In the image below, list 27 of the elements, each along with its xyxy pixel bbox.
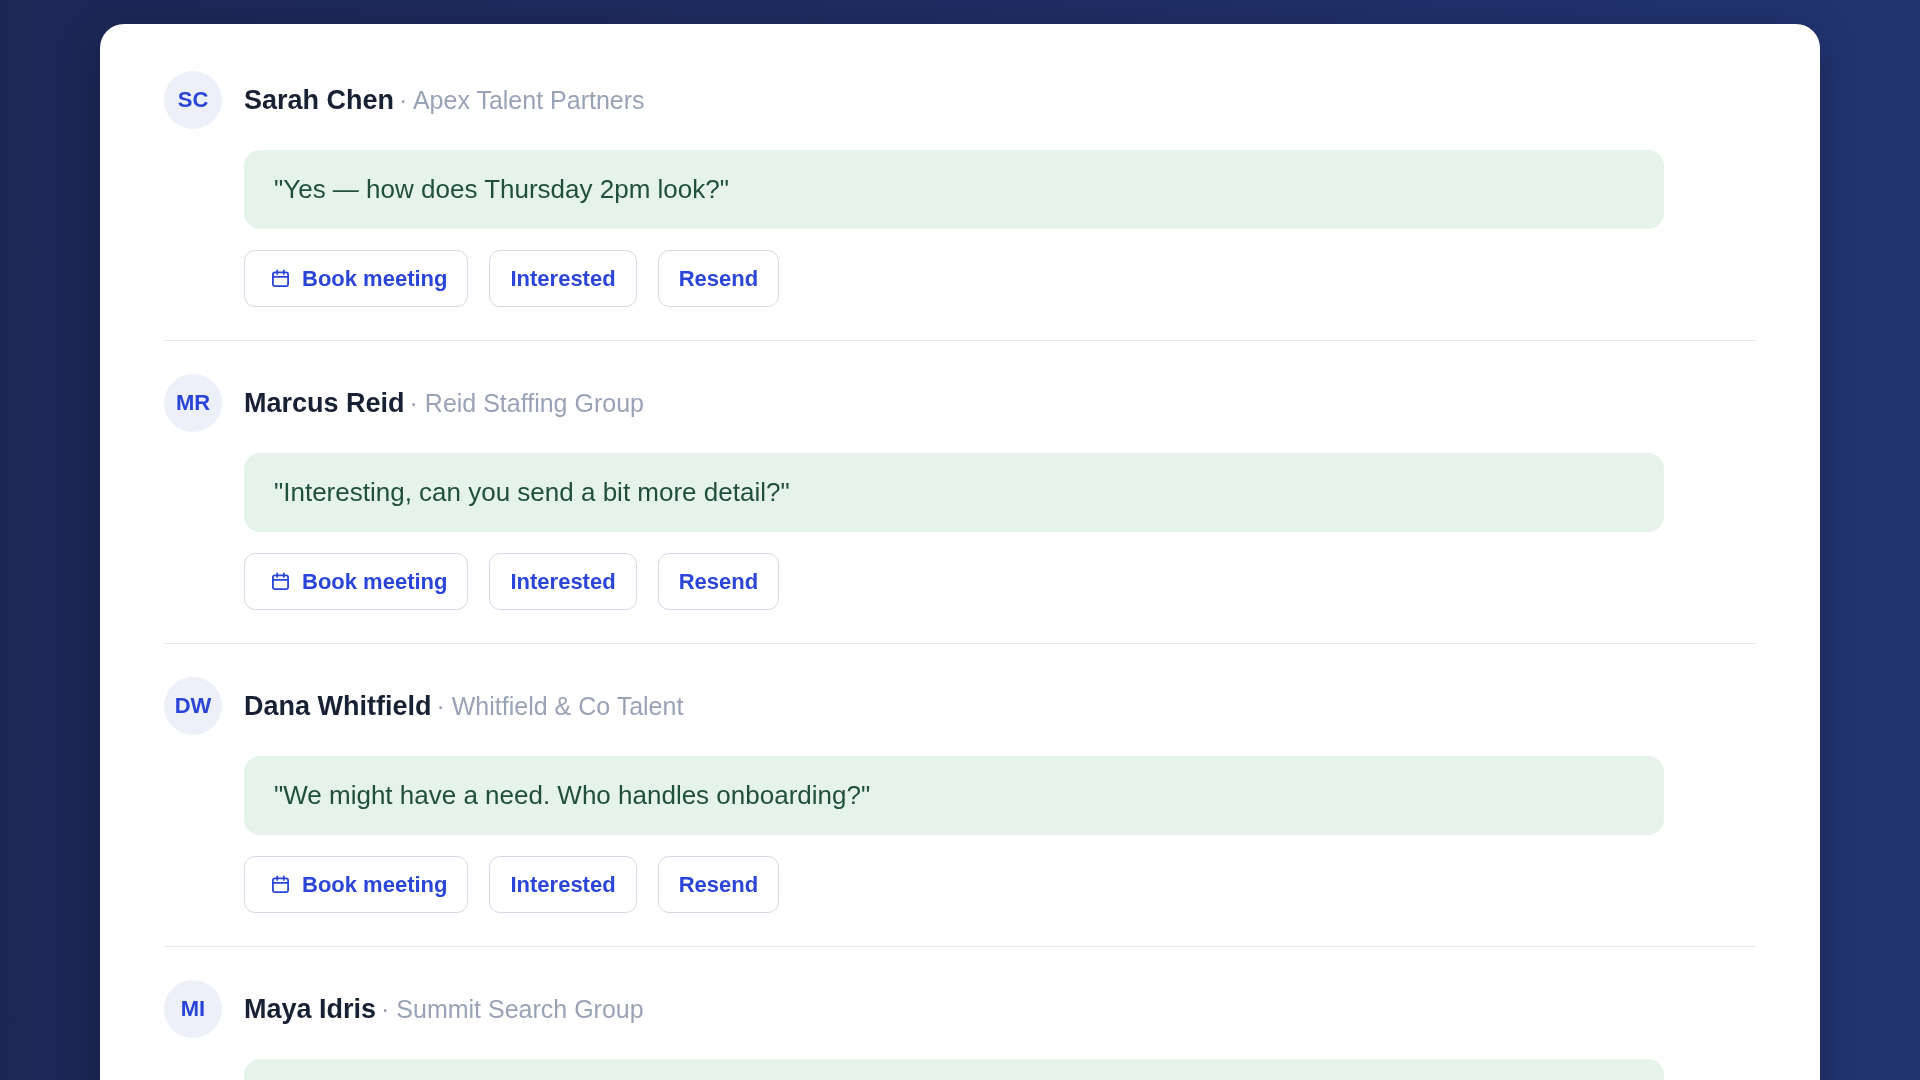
reply-message: "Yes — how does Thursday 2pm look?" xyxy=(244,150,1664,229)
action-button[interactable]: Interested xyxy=(489,856,637,913)
initials-avatar: MI xyxy=(164,980,222,1038)
action-button[interactable]: Interested xyxy=(489,553,637,610)
company-name: · Whitfield & Co Talent xyxy=(436,691,684,721)
book-meeting-button[interactable]: Book meeting xyxy=(244,250,469,307)
reply-message: "We might have a need. Who handles onboarding?" xyxy=(244,756,1664,835)
company-name: · Summit Search Group xyxy=(381,994,644,1024)
contact-name: Sarah Chen xyxy=(244,84,395,116)
contact-name: Dana Whitfield xyxy=(244,690,432,722)
action-button[interactable]: Interested xyxy=(489,250,637,307)
calendar-icon xyxy=(271,269,290,288)
initials-avatar: SC xyxy=(164,71,222,129)
initials-avatar: MR xyxy=(164,374,222,432)
initials-avatar: DW xyxy=(164,677,222,735)
reply-message: "Interesting, can you send a bit more detail?" xyxy=(244,453,1664,532)
calendar-icon xyxy=(271,572,290,591)
book-meeting-button[interactable]: Book meeting xyxy=(244,553,469,610)
contact-name: Marcus Reid xyxy=(244,387,405,419)
action-button[interactable]: Resend xyxy=(657,250,780,307)
contact-name: Maya Idris xyxy=(244,993,377,1025)
action-button[interactable]: Resend xyxy=(657,856,780,913)
company-name: · Reid Staffing Group xyxy=(409,388,644,418)
book-meeting-button[interactable]: Book meeting xyxy=(244,856,469,913)
calendar-icon xyxy=(271,875,290,894)
company-name: · Apex Talent Partners xyxy=(399,85,645,115)
action-button[interactable]: Resend xyxy=(657,553,780,610)
